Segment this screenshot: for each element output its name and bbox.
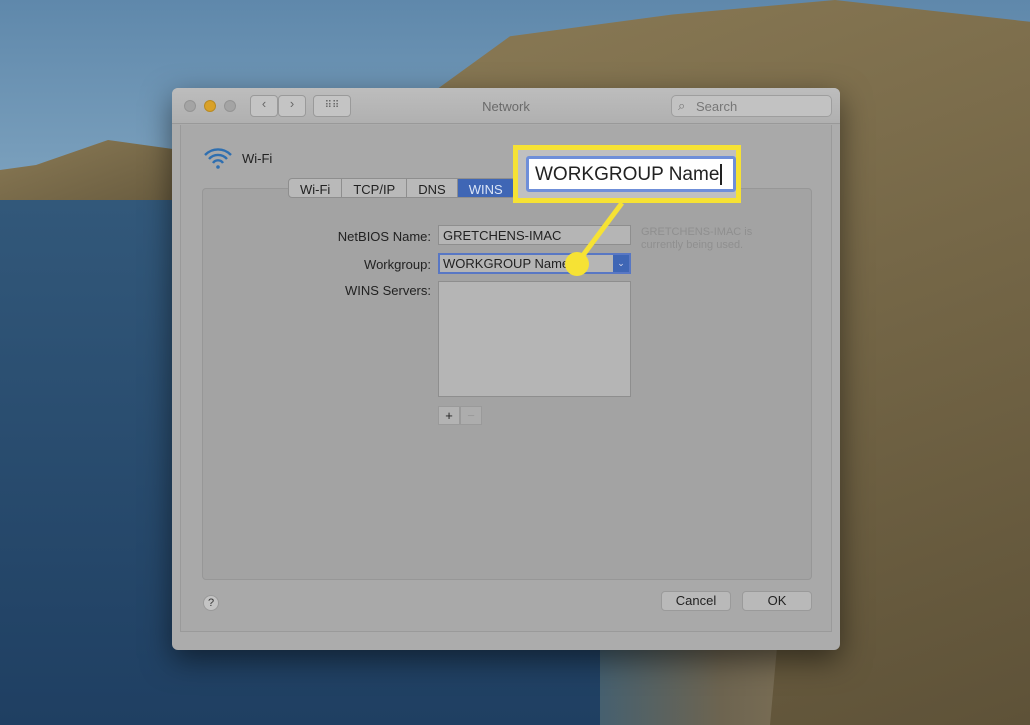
- callout-workgroup-field: WORKGROUP Name: [526, 156, 736, 192]
- callout-box: WORKGROUP Name: [513, 145, 741, 203]
- callout-pointer: [565, 201, 625, 276]
